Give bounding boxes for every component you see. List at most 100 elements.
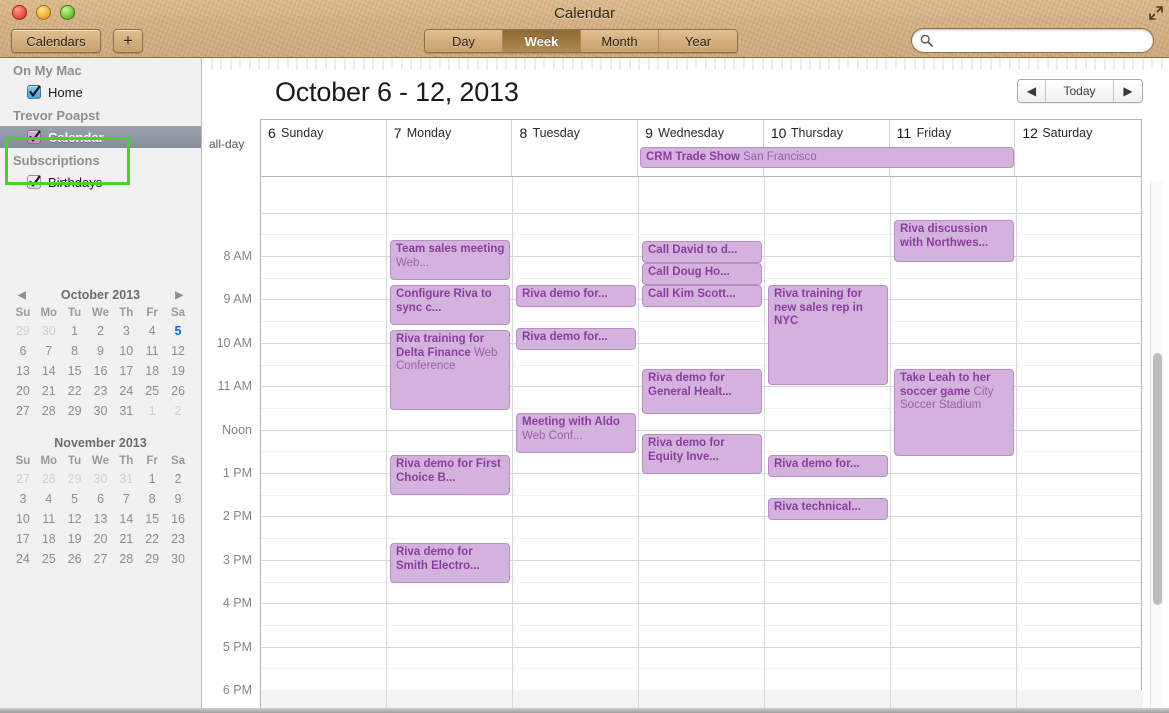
day-header-cell[interactable]: 11 Friday [890,120,1016,176]
mini-calendar-day[interactable]: 16 [165,509,191,529]
scrollbar-thumb[interactable] [1153,353,1162,605]
mini-calendar-day[interactable]: 29 [139,549,165,569]
mini-calendar-day[interactable]: 3 [113,321,139,341]
tab-week[interactable]: Week [503,30,581,52]
mini-calendar-day[interactable]: 10 [113,341,139,361]
mini-calendar-day[interactable]: 30 [36,321,62,341]
add-event-button[interactable]: + [113,29,143,53]
mini-calendar-day[interactable]: 5 [62,489,88,509]
mini-calendar-day[interactable]: 27 [10,469,36,489]
mini-calendar-day[interactable]: 28 [36,469,62,489]
search-input[interactable] [937,33,1145,48]
mini-calendar-day[interactable]: 15 [139,509,165,529]
mini-calendar-day[interactable]: 9 [165,489,191,509]
calendar-event[interactable]: Riva training for Delta Finance Web Conf… [390,330,510,410]
mini-calendar-day[interactable]: 20 [10,381,36,401]
checkbox-icon[interactable] [27,175,41,189]
mini-calendar-day[interactable]: 28 [36,401,62,421]
calendar-event[interactable]: Call Kim Scott... [642,285,762,307]
mini-calendar-day[interactable]: 31 [113,469,139,489]
mini-calendar-day[interactable]: 30 [88,401,114,421]
calendar-event[interactable]: Team sales meeting Web... [390,240,510,280]
mini-calendar-day[interactable]: 8 [62,341,88,361]
day-column[interactable] [261,177,387,713]
fullscreen-icon[interactable] [1148,5,1164,21]
sidebar-item-calendar[interactable]: Calendar [0,126,201,148]
mini-calendar-day[interactable]: 17 [113,361,139,381]
tab-year[interactable]: Year [659,30,737,52]
mini-calendar-day[interactable]: 1 [139,401,165,421]
vertical-scrollbar[interactable] [1150,181,1163,709]
mini-calendar-day[interactable]: 19 [62,529,88,549]
mini-calendar-day[interactable]: 6 [88,489,114,509]
mini-calendar-day[interactable]: 2 [165,469,191,489]
calendar-event[interactable]: Riva discussion with Northwes... [894,220,1014,262]
mini-calendar-day[interactable]: 26 [165,381,191,401]
mini-calendar-day[interactable]: 23 [88,381,114,401]
mini-calendar-day[interactable]: 24 [113,381,139,401]
today-button[interactable]: Today [1046,80,1114,102]
mini-calendar-day[interactable]: 12 [165,341,191,361]
mini-calendar-day[interactable]: 18 [36,529,62,549]
calendar-event[interactable]: Take Leah to her soccer game City Soccer… [894,369,1014,456]
mini-calendar-day[interactable]: 11 [36,509,62,529]
calendar-event[interactable]: Riva demo for Smith Electro... [390,543,510,583]
day-header-cell[interactable]: 10 Thursday [764,120,890,176]
mini-calendar-day[interactable]: 18 [139,361,165,381]
mini-calendar-day[interactable]: 22 [62,381,88,401]
mini-calendar-next-icon[interactable]: ▶ [175,290,183,301]
mini-calendar-day[interactable]: 30 [88,469,114,489]
calendar-event[interactable]: Riva training for new sales rep in NYC [768,285,888,385]
mini-calendar-day[interactable]: 29 [10,321,36,341]
mini-calendar-day[interactable]: 30 [165,549,191,569]
day-header-cell[interactable]: 6 Sunday [261,120,387,176]
mini-calendar-day[interactable]: 26 [62,549,88,569]
calendar-event[interactable]: Riva technical... [768,498,888,520]
mini-calendar-day[interactable]: 17 [10,529,36,549]
calendar-event[interactable]: Configure Riva to sync c... [390,285,510,325]
day-header-cell[interactable]: 8 Tuesday [512,120,639,176]
mini-calendar-day[interactable]: 28 [113,549,139,569]
mini-calendar-day[interactable]: 19 [165,361,191,381]
mini-calendar-day[interactable]: 4 [139,321,165,341]
mini-calendar-prev-icon[interactable]: ◀ [18,290,26,301]
calendar-event[interactable]: Riva demo for General Healt... [642,369,762,414]
sidebar-item-birthdays[interactable]: Birthdays [0,171,201,193]
mini-calendar-day[interactable]: 21 [113,529,139,549]
mini-calendar-day[interactable]: 13 [10,361,36,381]
mini-calendar-day[interactable]: 8 [139,489,165,509]
mini-calendar-day[interactable]: 3 [10,489,36,509]
calendar-event[interactable]: Call Doug Ho... [642,263,762,285]
mini-calendar-day[interactable]: 22 [139,529,165,549]
mini-calendar-day[interactable]: 29 [62,401,88,421]
day-column[interactable] [1017,177,1143,713]
mini-calendar-day[interactable]: 10 [10,509,36,529]
mini-calendar-day[interactable]: 14 [113,509,139,529]
tab-month[interactable]: Month [581,30,659,52]
checkbox-icon[interactable] [27,130,41,144]
sidebar-item-home[interactable]: Home [0,81,201,103]
mini-calendar-day[interactable]: 5 [165,321,191,341]
mini-calendar-day[interactable]: 7 [113,489,139,509]
calendars-button[interactable]: Calendars [11,29,101,53]
mini-calendar-day[interactable]: 23 [165,529,191,549]
previous-week-button[interactable]: ◀ [1018,80,1046,102]
mini-calendar-day[interactable]: 25 [36,549,62,569]
day-header-cell[interactable]: 9 Wednesday [638,120,764,176]
calendar-event[interactable]: Riva demo for... [516,328,636,350]
mini-calendar-day[interactable]: 16 [88,361,114,381]
day-column[interactable] [765,177,891,713]
mini-calendar-day[interactable]: 13 [88,509,114,529]
mini-calendar-day[interactable]: 4 [36,489,62,509]
mini-calendar-day[interactable]: 29 [62,469,88,489]
next-week-button[interactable]: ▶ [1114,80,1142,102]
mini-calendar-day[interactable]: 31 [113,401,139,421]
mini-calendar-day[interactable]: 27 [88,549,114,569]
calendar-event[interactable]: Call David to d... [642,241,762,263]
mini-calendar-day[interactable]: 11 [139,341,165,361]
mini-calendar-day[interactable]: 25 [139,381,165,401]
mini-calendar-day[interactable]: 7 [36,341,62,361]
mini-calendar-day[interactable]: 9 [88,341,114,361]
mini-calendar-day[interactable]: 21 [36,381,62,401]
mini-calendar-day[interactable]: 1 [139,469,165,489]
